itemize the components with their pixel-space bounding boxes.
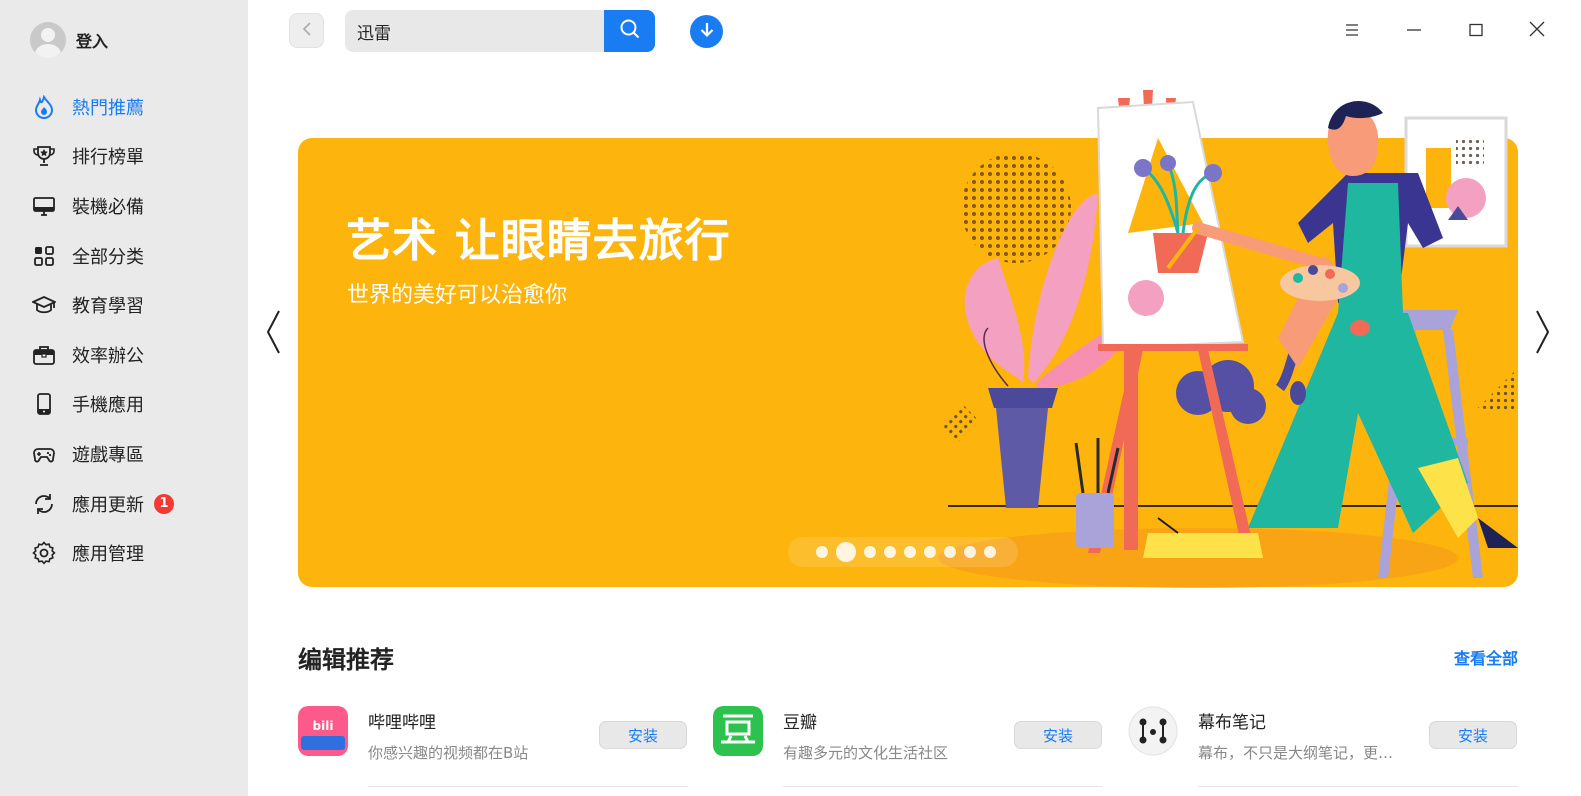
grid-icon: [32, 244, 56, 268]
divider: [783, 786, 1103, 787]
app-description: 有趣多元的文化生活社区: [783, 744, 949, 762]
trophy-icon: [32, 144, 56, 168]
view-all-link[interactable]: 查看全部: [1454, 645, 1518, 669]
minimize-icon: [1406, 22, 1422, 41]
maximize-button[interactable]: [1461, 16, 1491, 46]
app-description: 幕布，不只是大纲笔记，更…: [1198, 744, 1394, 762]
phone-icon: [32, 392, 56, 416]
refresh-icon: [32, 492, 56, 516]
sidebar-item-games[interactable]: 遊戲專區: [0, 429, 248, 479]
app-name: 哔哩哔哩: [368, 713, 436, 733]
sidebar-item-label: 應用管理: [72, 544, 144, 566]
carousel-dot[interactable]: [904, 546, 916, 558]
app-name: 幕布笔记: [1198, 713, 1266, 733]
carousel-dot-active[interactable]: [836, 542, 856, 562]
update-count-badge: 1: [154, 493, 174, 514]
sidebar-item-label: 效率辦公: [72, 345, 144, 367]
divider: [368, 786, 688, 787]
monitor-icon: [32, 194, 56, 218]
app-description: 你感兴趣的视频都在B站: [368, 744, 529, 762]
chevron-left-icon: [264, 308, 282, 360]
carousel-dot[interactable]: [816, 546, 828, 558]
app-card[interactable]: bili 哔哩哔哩 你感兴趣的视频都在B站 安装: [298, 706, 688, 796]
sidebar-item-label: 遊戲專區: [72, 444, 144, 466]
carousel-dot[interactable]: [944, 546, 956, 558]
gear-icon: [32, 541, 56, 565]
search-button[interactable]: [604, 10, 655, 52]
carousel-indicators: [788, 537, 1018, 567]
sidebar-item-mobile[interactable]: 手機應用: [0, 380, 248, 430]
carousel-dot[interactable]: [984, 546, 996, 558]
app-name: 豆瓣: [783, 713, 817, 733]
flame-icon: [32, 94, 56, 119]
carousel-dot[interactable]: [924, 546, 936, 558]
sidebar-item-office[interactable]: 效率辦公: [0, 330, 248, 380]
install-button[interactable]: 安装: [1429, 721, 1517, 749]
sidebar-item-label: 裝機必備: [72, 196, 144, 218]
sidebar-item-label: 手機應用: [72, 395, 144, 417]
login-button[interactable]: 登入: [30, 22, 108, 58]
search-input[interactable]: [345, 10, 604, 52]
search-icon: [619, 18, 641, 44]
mubu-icon: [1128, 706, 1178, 756]
chevron-left-icon: [301, 21, 313, 41]
briefcase-icon: [32, 343, 56, 367]
sidebar-item-education[interactable]: 教育學習: [0, 280, 248, 330]
sidebar-item-label: 教育學習: [72, 296, 144, 318]
download-manager-button[interactable]: [690, 15, 723, 48]
douban-icon: [713, 706, 763, 756]
sidebar: 登入 熱門推薦 排行榜單 裝機必備 全部分类 教育學習 效率辦公 手機應用 遊戲…: [0, 0, 248, 796]
carousel-dot[interactable]: [864, 546, 876, 558]
app-card[interactable]: 幕布笔记 幕布，不只是大纲笔记，更… 安装: [1128, 706, 1518, 796]
login-label: 登入: [76, 32, 109, 51]
avatar: [30, 22, 66, 58]
graduation-cap-icon: [32, 293, 56, 317]
app-card[interactable]: 豆瓣 有趣多元的文化生活社区 安装: [713, 706, 1103, 796]
banner-title: 艺术 让眼睛去旅行: [346, 214, 731, 267]
search-bar: [345, 10, 655, 52]
menu-button[interactable]: [1337, 16, 1367, 46]
sidebar-item-label: 排行榜單: [72, 147, 144, 169]
section-title: 编辑推荐: [298, 646, 394, 674]
install-button[interactable]: 安装: [1014, 721, 1102, 749]
back-button[interactable]: [289, 13, 324, 48]
menu-icon: [1344, 22, 1360, 41]
divider: [1198, 786, 1518, 787]
minimize-button[interactable]: [1399, 16, 1429, 46]
sidebar-item-manage[interactable]: 應用管理: [0, 528, 248, 578]
sidebar-item-label: 應用更新: [72, 494, 144, 516]
close-icon: [1529, 21, 1545, 41]
sidebar-item-rankings[interactable]: 排行榜單: [0, 132, 248, 182]
svg-text:bili: bili: [313, 719, 334, 733]
carousel-prev-button[interactable]: [262, 310, 284, 358]
sidebar-item-essentials[interactable]: 裝機必備: [0, 181, 248, 231]
featured-banner[interactable]: 艺术 让眼睛去旅行 世界的美好可以治愈你: [298, 90, 1518, 588]
sidebar-item-hot[interactable]: 熱門推薦: [0, 82, 248, 132]
close-button[interactable]: [1522, 16, 1552, 46]
install-button[interactable]: 安装: [599, 721, 687, 749]
sidebar-item-label: 熱門推薦: [72, 97, 144, 119]
chevron-right-icon: [1534, 308, 1552, 360]
gamepad-icon: [32, 442, 56, 466]
sidebar-item-label: 全部分类: [72, 246, 144, 268]
carousel-next-button[interactable]: [1532, 310, 1554, 358]
download-icon: [698, 21, 716, 43]
sidebar-nav: 熱門推薦 排行榜單 裝機必備 全部分类 教育學習 效率辦公 手機應用 遊戲專區 …: [0, 82, 248, 578]
carousel-dot[interactable]: [884, 546, 896, 558]
carousel-dot[interactable]: [964, 546, 976, 558]
sidebar-item-categories[interactable]: 全部分类: [0, 231, 248, 281]
maximize-icon: [1468, 22, 1484, 41]
sidebar-item-updates[interactable]: 應用更新 1: [0, 479, 248, 529]
banner-subtitle: 世界的美好可以治愈你: [347, 283, 568, 308]
bilibili-icon: bili: [298, 706, 348, 756]
